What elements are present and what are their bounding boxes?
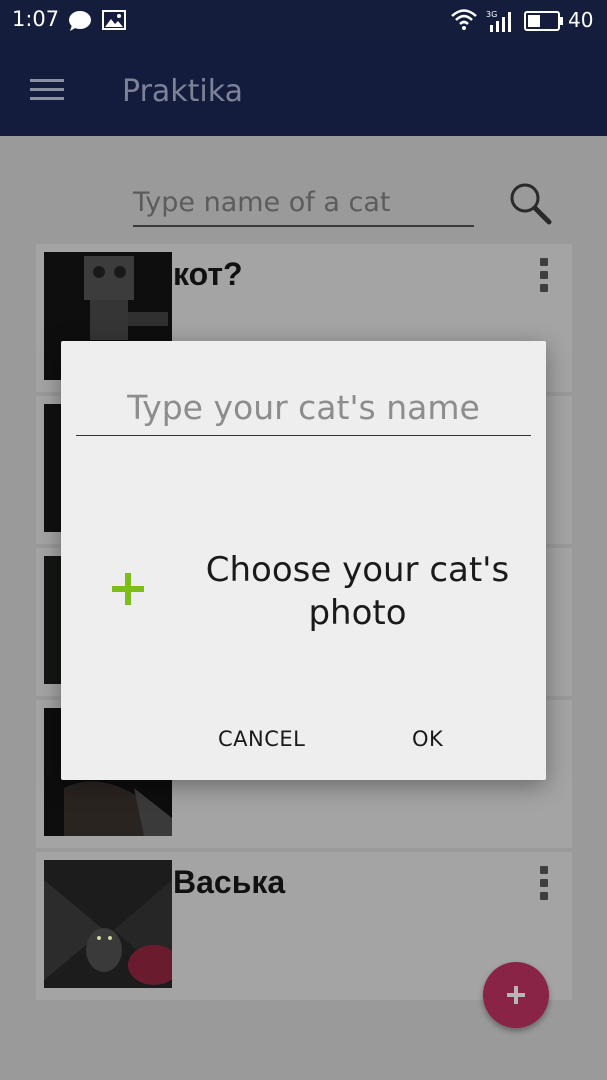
search-input[interactable]: Type name of a cat	[133, 182, 474, 227]
image-icon	[102, 10, 126, 30]
signal-3g-icon: 3G	[486, 10, 511, 32]
ok-button[interactable]: OK	[412, 727, 443, 751]
status-time: 1:07	[12, 7, 60, 31]
more-options-icon[interactable]	[538, 866, 548, 902]
add-cat-button[interactable]	[483, 962, 549, 1028]
cancel-button[interactable]: CANCEL	[218, 727, 305, 751]
choose-photo-label[interactable]: Choose your cat's photo	[191, 549, 524, 635]
app-title: Praktika	[122, 74, 243, 109]
cat-name: кот?	[173, 256, 243, 292]
app-bar: Praktika	[0, 40, 607, 136]
search-icon[interactable]	[507, 180, 553, 226]
cat-name: Васька	[173, 864, 286, 900]
cat-name-input[interactable]: Type your cat's name	[76, 385, 531, 436]
add-cat-dialog: Type your cat's name Choose your cat's p…	[61, 341, 546, 780]
wifi-icon	[451, 9, 477, 30]
chat-icon	[69, 11, 91, 31]
battery-level: 40	[568, 8, 594, 32]
add-photo-icon[interactable]	[112, 573, 144, 605]
svg-text:3G: 3G	[486, 10, 497, 19]
battery-icon	[524, 11, 563, 31]
cat-photo	[44, 860, 172, 988]
status-bar: 1:07 3G 40	[0, 0, 607, 40]
menu-icon[interactable]	[30, 79, 64, 101]
more-options-icon[interactable]	[538, 258, 548, 294]
